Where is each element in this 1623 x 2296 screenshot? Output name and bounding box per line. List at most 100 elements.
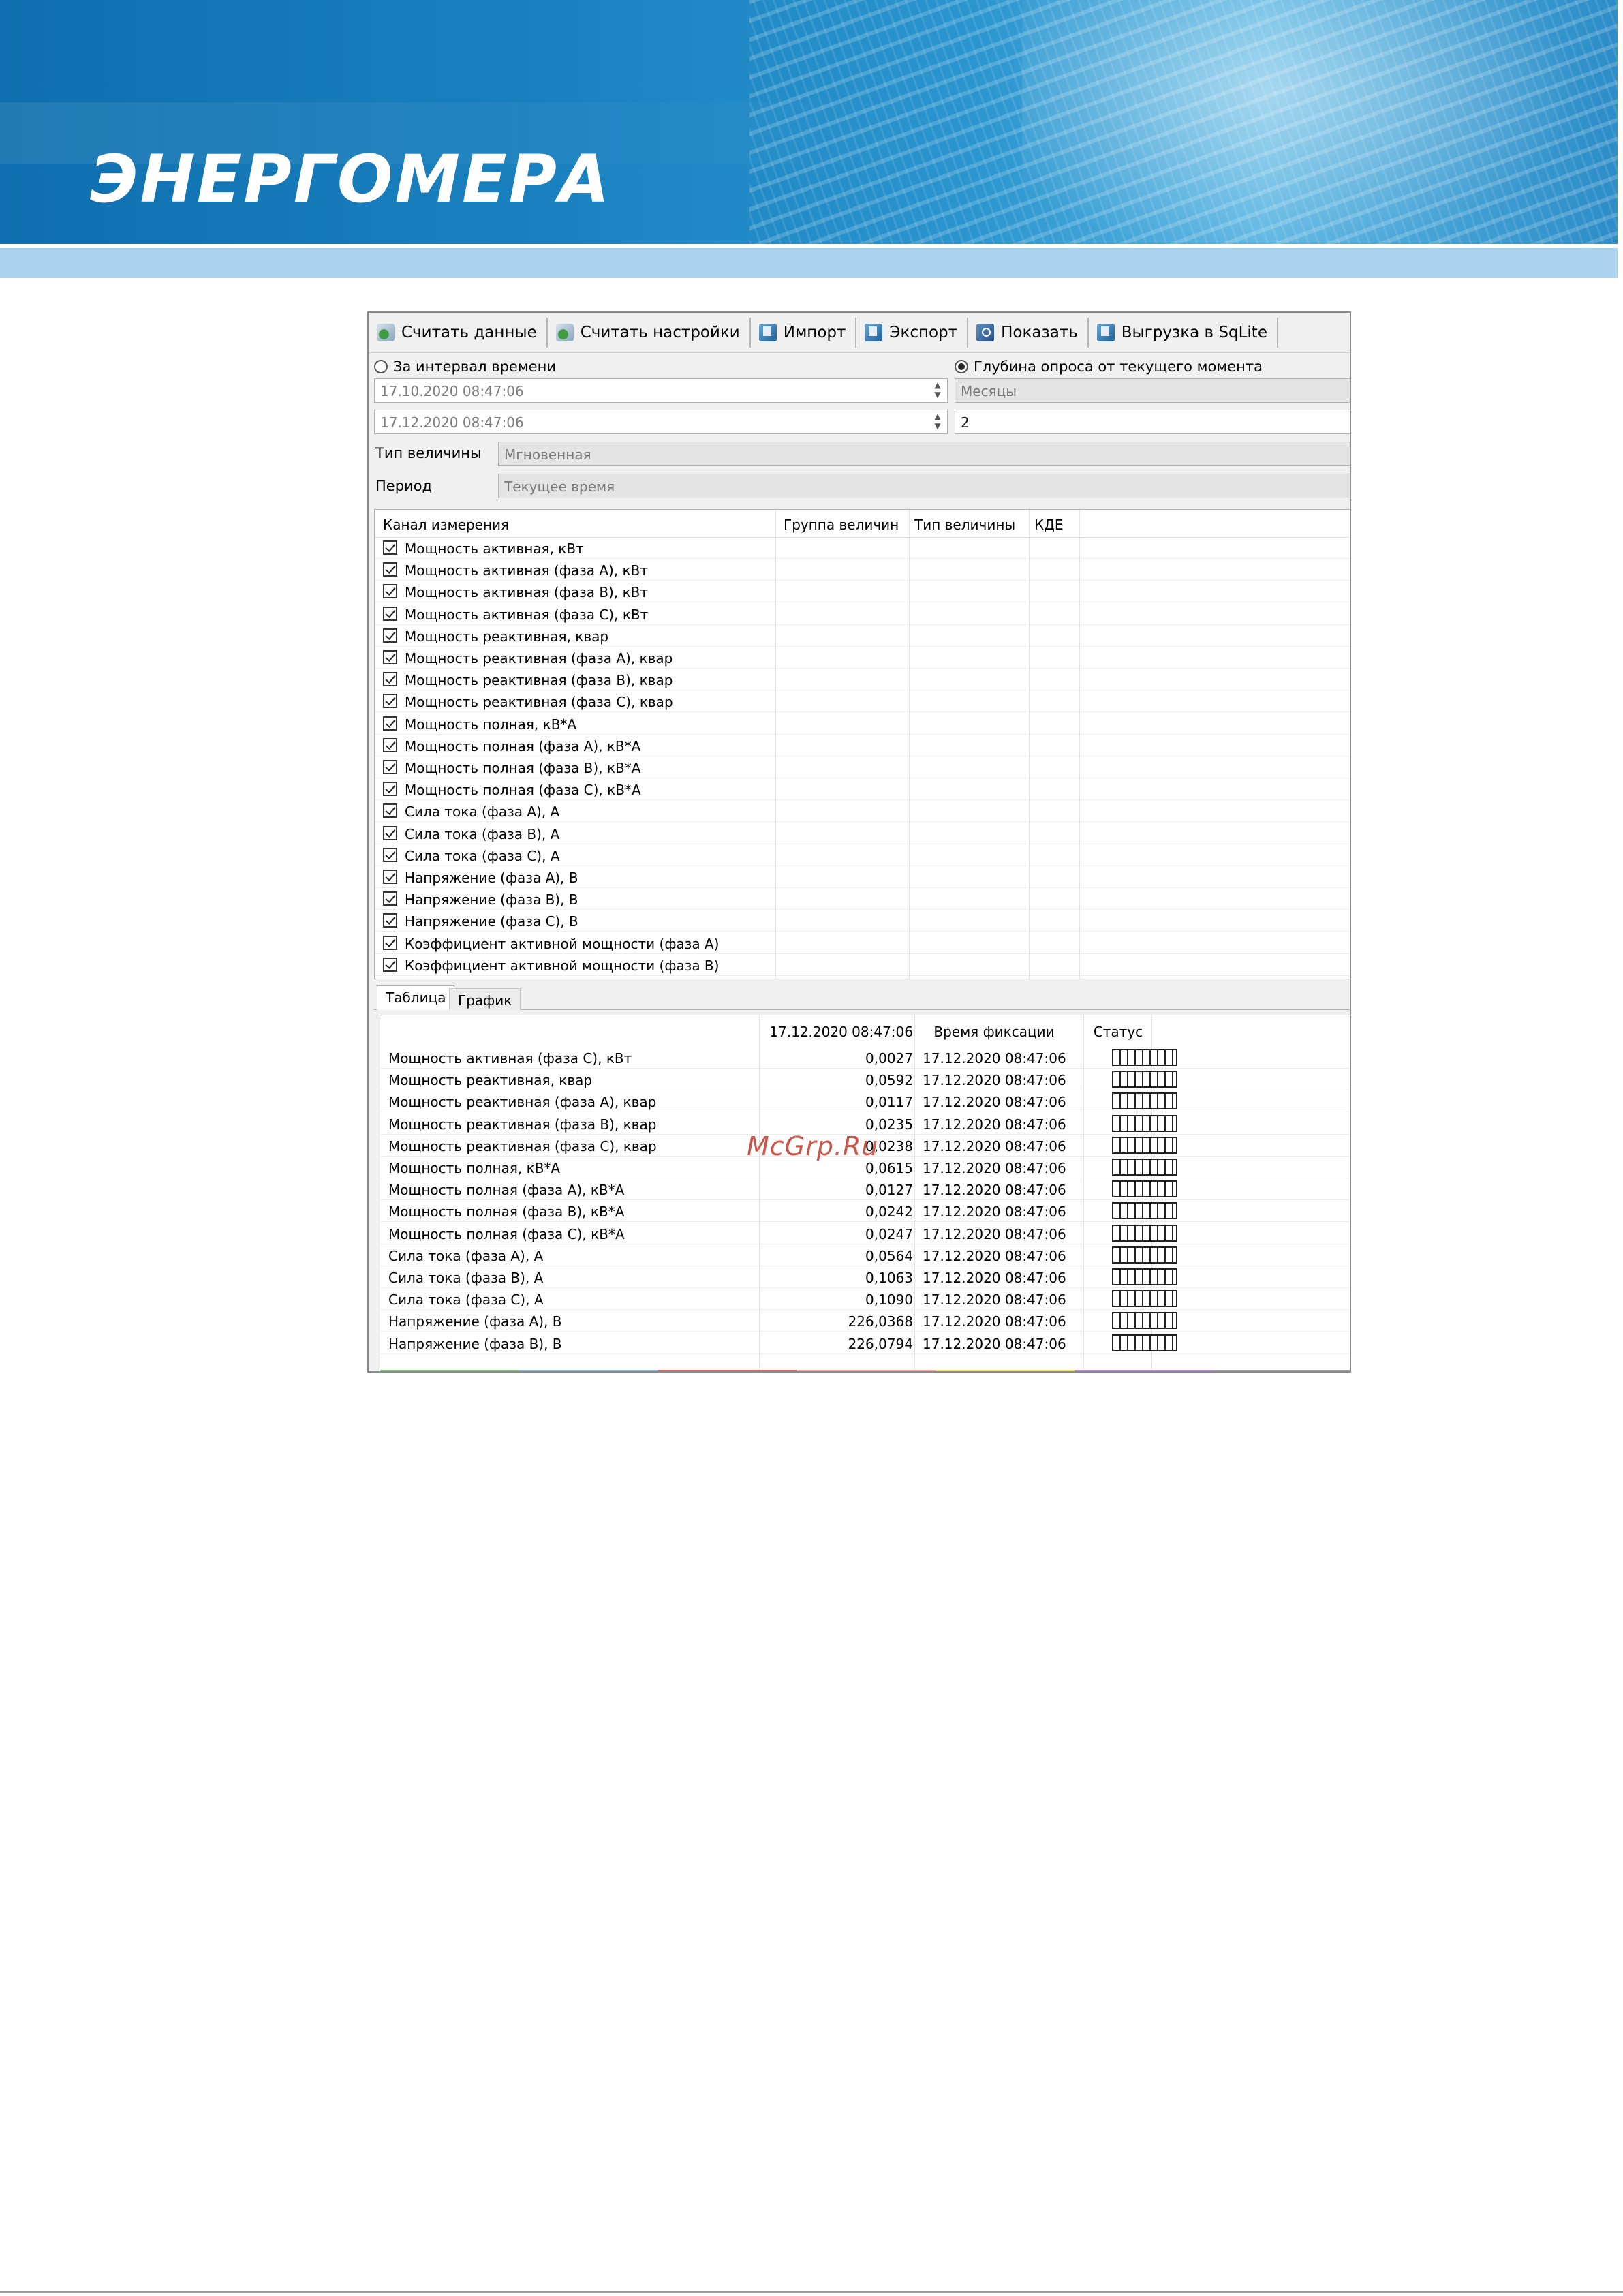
table-row[interactable]: Мощность полная (фаза A), кВ*А 0,0127 17.1… <box>380 1178 1350 1201</box>
row-name: Мощность реактивная (фаза A), квар <box>388 1094 657 1111</box>
channel-checkbox[interactable] <box>383 540 397 555</box>
table-row[interactable]: Мощность реактивная, квар 0,0592 17.12.202… <box>380 1069 1350 1091</box>
channel-checkbox[interactable] <box>383 825 397 840</box>
channel-checkbox[interactable] <box>383 803 397 818</box>
row-fix-time: 17.12.2020 08:47:06 <box>923 1094 1066 1111</box>
table-row[interactable]: Мощность полная (фаза B), кВ*А 0,0242 17.1… <box>380 1200 1350 1223</box>
period-field[interactable]: Текущее время <box>498 474 1350 498</box>
channel-checkbox[interactable] <box>383 628 397 643</box>
column-value[interactable]: 17.12.2020 08:47:06 <box>762 1024 913 1040</box>
interval-to-spinner[interactable]: ▲ ▼ <box>929 412 946 432</box>
status-indicator <box>1112 1180 1177 1198</box>
table-row[interactable]: Сила тока (фаза A), А 0,0564 17.12.2020 08… <box>380 1244 1350 1266</box>
status-indicator <box>1112 1312 1177 1330</box>
channel-row[interactable]: Коэффициент активной мощности (фаза A) <box>375 932 1350 954</box>
channel-row[interactable]: Мощность реактивная (фаза B), квар <box>375 669 1350 691</box>
channel-row[interactable]: Мощность полная (фаза B), кВ*А <box>375 756 1350 778</box>
read-data-icon <box>377 324 395 341</box>
channel-row[interactable]: Мощность активная (фаза B), кВт <box>375 581 1350 603</box>
channel-label: Мощность реактивная (фаза A), квар <box>405 650 673 667</box>
tab-table[interactable]: Таблица <box>377 985 455 1010</box>
interval-to-field[interactable]: 17.12.2020 08:47:06 ▲ ▼ <box>374 410 948 434</box>
value-type-field[interactable]: Мгновенная <box>498 442 1350 466</box>
row-name: Мощность полная (фаза B), кВ*А <box>388 1204 625 1221</box>
channel-row[interactable]: Коэффициент активной мощности (фаза B) <box>375 954 1350 976</box>
channel-row[interactable]: Мощность активная, кВт <box>375 537 1350 559</box>
column-channel[interactable]: Канал измерения <box>383 517 509 533</box>
channel-checkbox[interactable] <box>383 672 397 687</box>
channel-checkbox[interactable] <box>383 957 397 972</box>
depth-radio-option[interactable]: Глубина опроса от текущего момента <box>955 358 1263 375</box>
channel-row[interactable]: Мощность активная (фаза C), кВт <box>375 603 1350 625</box>
column-group[interactable]: Группа величин <box>784 517 899 533</box>
column-status[interactable]: Статус <box>1085 1024 1151 1040</box>
channel-row[interactable]: Мощность реактивная, квар <box>375 625 1350 647</box>
channel-row[interactable]: Мощность реактивная (фаза A), квар <box>375 647 1350 669</box>
channel-checkbox[interactable] <box>383 870 397 884</box>
channel-row[interactable]: Мощность полная, кВ*А <box>375 713 1350 735</box>
row-value: 0,0615 <box>865 1160 913 1176</box>
show-button[interactable]: Показать <box>968 318 1089 348</box>
channel-row[interactable]: Мощность активная (фаза A), кВт <box>375 559 1350 581</box>
interval-from-field[interactable]: 17.10.2020 08:47:06 ▲ ▼ <box>374 378 948 403</box>
column-type[interactable]: Тип величины <box>914 517 1015 533</box>
depth-unit-select[interactable]: Месяцы <box>955 378 1350 403</box>
interval-radio[interactable] <box>374 360 388 373</box>
table-row[interactable]: Мощность активная (фаза C), кВт 0,0027 17.… <box>380 1047 1350 1069</box>
row-fix-time: 17.12.2020 08:47:06 <box>923 1335 1066 1352</box>
banner-stripe <box>0 248 1623 278</box>
channel-row[interactable]: Напряжение (фаза C), В <box>375 910 1350 932</box>
channel-checkbox[interactable] <box>383 760 397 774</box>
channel-checkbox[interactable] <box>383 847 397 862</box>
show-icon <box>976 324 995 341</box>
channel-checkbox[interactable] <box>383 562 397 577</box>
tab-chart[interactable]: График <box>449 988 521 1010</box>
channel-checkbox[interactable] <box>383 606 397 621</box>
table-row[interactable]: Сила тока (фаза B), А 0,1063 17.12.2020 08… <box>380 1266 1350 1288</box>
channel-checkbox[interactable] <box>383 694 397 709</box>
read-data-label: Считать данные <box>401 324 537 341</box>
sqlite-export-button[interactable]: Выгрузка в SqLite <box>1089 318 1278 348</box>
row-fix-time: 17.12.2020 08:47:06 <box>923 1072 1066 1089</box>
read-data-button[interactable]: Считать данные <box>369 318 548 348</box>
table-row[interactable]: Сила тока (фаза C), А 0,1090 17.12.2020 08… <box>380 1288 1350 1311</box>
channel-checkbox[interactable] <box>383 891 397 906</box>
channel-checkbox[interactable] <box>383 935 397 950</box>
channel-row[interactable]: Напряжение (фаза A), В <box>375 866 1350 888</box>
export-button[interactable]: Экспорт <box>856 318 969 348</box>
interval-radio-option[interactable]: За интервал времени <box>374 358 556 375</box>
series-color-swatch <box>797 1370 936 1371</box>
channel-checkbox[interactable] <box>383 782 397 797</box>
channel-checkbox[interactable] <box>383 650 397 664</box>
row-value: 0,0027 <box>865 1050 913 1067</box>
channel-row[interactable]: Сила тока (фаза A), А <box>375 800 1350 823</box>
channel-row[interactable]: Сила тока (фаза C), А <box>375 844 1350 866</box>
table-row[interactable]: Напряжение (фаза A), В 226,0368 17.12.2020… <box>380 1310 1350 1332</box>
table-row[interactable]: Мощность реактивная (фаза A), квар 0,0117… <box>380 1090 1350 1113</box>
row-value: 0,1063 <box>865 1270 913 1286</box>
status-indicator <box>1112 1114 1177 1132</box>
table-row[interactable]: Мощность полная (фаза C), кВ*А 0,0247 17.1… <box>380 1223 1350 1244</box>
status-indicator <box>1112 1159 1177 1176</box>
row-name: Мощность полная (фаза C), кВ*А <box>388 1225 625 1242</box>
read-settings-button[interactable]: Считать настройки <box>548 318 751 348</box>
depth-radio[interactable] <box>955 360 968 373</box>
channel-checkbox[interactable] <box>383 716 397 731</box>
channel-checkbox[interactable] <box>383 913 397 928</box>
table-row[interactable]: Напряжение (фаза B), В 226,0794 17.12.2020… <box>380 1332 1350 1354</box>
channel-checkbox[interactable] <box>383 584 397 599</box>
depth-value-field[interactable]: 2 <box>955 410 1350 434</box>
depth-value: 2 <box>961 414 970 431</box>
channel-row[interactable]: Мощность полная (фаза C), кВ*А <box>375 778 1350 801</box>
channel-row[interactable]: Мощность реактивная (фаза C), квар <box>375 690 1350 713</box>
row-name: Мощность активная (фаза C), кВт <box>388 1050 632 1067</box>
channel-row[interactable]: Напряжение (фаза B), В <box>375 888 1350 910</box>
column-kde[interactable]: КДЕ <box>1034 517 1063 533</box>
column-fix-time[interactable]: Время фиксации <box>914 1024 1074 1040</box>
channel-checkbox[interactable] <box>383 737 397 752</box>
channel-row[interactable]: Сила тока (фаза B), А <box>375 823 1350 844</box>
import-button[interactable]: Импорт <box>751 318 857 348</box>
export-label: Экспорт <box>889 324 958 341</box>
interval-from-spinner[interactable]: ▲ ▼ <box>929 380 946 401</box>
channel-row[interactable]: Мощность полная (фаза A), кВ*А <box>375 735 1350 756</box>
